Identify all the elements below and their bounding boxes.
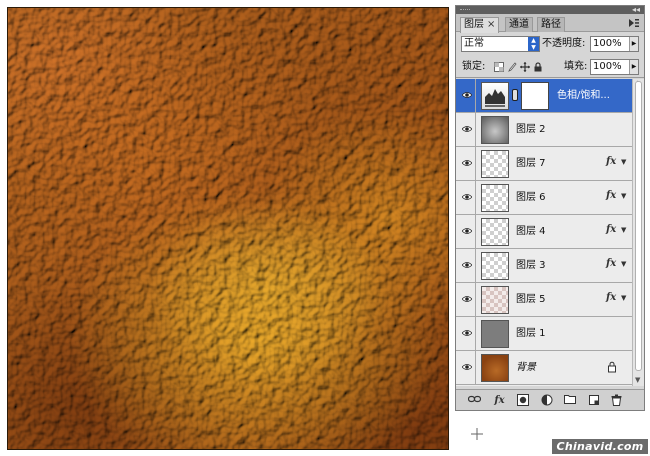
tab-layers[interactable]: 图层 × bbox=[460, 17, 500, 33]
fx-icon[interactable]: fx bbox=[606, 258, 616, 269]
visibility-eye-icon[interactable] bbox=[458, 215, 476, 248]
blend-mode-select[interactable]: 正常 ▲ ▼ bbox=[461, 36, 540, 52]
panel-menu-icon[interactable] bbox=[628, 18, 640, 31]
layer-row-background[interactable]: 背景 bbox=[456, 351, 632, 385]
layer-thumbnail bbox=[481, 184, 509, 212]
layer-list-scrollbar[interactable]: ▲ ▼ bbox=[632, 79, 644, 386]
visibility-eye-icon[interactable] bbox=[458, 181, 476, 214]
layer-name[interactable]: 图层 3 bbox=[516, 259, 546, 272]
lock-position-move-icon[interactable] bbox=[520, 62, 530, 72]
layer-row[interactable]: 图层 5 fx ▼ bbox=[456, 283, 632, 317]
layer-list: 色相/饱和... 图层 2 图层 7 fx ▼ 图层 6 fx ▼ 图层 4 f… bbox=[456, 79, 644, 386]
tab-paths-label: 路径 bbox=[541, 19, 561, 30]
layer-name[interactable]: 图层 5 bbox=[516, 293, 546, 306]
layer-row[interactable]: 图层 6 fx ▼ bbox=[456, 181, 632, 215]
layers-bottom-toolbar: fx bbox=[456, 389, 644, 410]
layer-name[interactable]: 图层 6 bbox=[516, 191, 546, 204]
updown-arrows-icon: ▲ ▼ bbox=[528, 37, 539, 51]
tab-paths[interactable]: 路径 bbox=[537, 17, 565, 32]
opacity-value: 100% bbox=[593, 38, 622, 49]
panel-titlebar[interactable]: ◂◂ bbox=[456, 5, 644, 14]
fx-icon[interactable]: fx bbox=[606, 156, 616, 167]
leather-texture bbox=[8, 8, 448, 449]
lock-label: 锁定: bbox=[462, 61, 486, 72]
layer-thumbnail bbox=[481, 218, 509, 246]
layer-thumbnail bbox=[481, 150, 509, 178]
chevron-right-icon[interactable]: ▶ bbox=[629, 60, 638, 74]
layer-row-hue-saturation[interactable]: 色相/饱和... bbox=[456, 79, 632, 113]
layer-row[interactable]: 图层 7 fx ▼ bbox=[456, 147, 632, 181]
panel-tabs: 图层 × 通道 路径 bbox=[456, 14, 644, 33]
add-mask-icon[interactable] bbox=[516, 394, 529, 407]
opacity-label: 不透明度: bbox=[542, 38, 586, 49]
tab-layers-label: 图层 bbox=[464, 19, 484, 30]
layer-row[interactable]: 图层 2 bbox=[456, 113, 632, 147]
lock-transparent-icon[interactable] bbox=[494, 62, 504, 72]
layer-thumbnail bbox=[481, 354, 509, 382]
grip-icon[interactable] bbox=[460, 9, 470, 11]
fx-icon[interactable]: fx bbox=[606, 190, 616, 201]
layer-row[interactable]: 图层 4 fx ▼ bbox=[456, 215, 632, 249]
fx-icon[interactable]: fx bbox=[606, 224, 616, 235]
document-canvas[interactable] bbox=[7, 7, 449, 450]
layer-mask-thumbnail[interactable] bbox=[521, 82, 549, 110]
lock-pixels-brush-icon[interactable] bbox=[507, 62, 517, 72]
fx-icon[interactable]: fx bbox=[606, 292, 616, 303]
visibility-eye-icon[interactable] bbox=[458, 351, 476, 384]
visibility-eye-icon[interactable] bbox=[458, 113, 476, 146]
visibility-eye-icon[interactable] bbox=[458, 79, 476, 112]
expand-triangle-icon[interactable]: ▼ bbox=[621, 158, 626, 166]
lock-icon bbox=[607, 361, 617, 373]
layer-thumbnail bbox=[481, 320, 509, 348]
new-layer-icon[interactable] bbox=[587, 394, 600, 407]
adjustment-layer-icon[interactable] bbox=[540, 394, 553, 407]
collapse-icon[interactable]: ◂◂ bbox=[632, 5, 640, 14]
lock-fill-row: 锁定: 填充: 100% ▶ bbox=[456, 56, 644, 78]
mask-link-icon[interactable] bbox=[512, 89, 518, 101]
blend-opacity-row: 正常 ▲ ▼ 不透明度: 100% ▶ bbox=[456, 33, 644, 55]
layer-name[interactable]: 图层 7 bbox=[516, 157, 546, 170]
layer-name[interactable]: 图层 4 bbox=[516, 225, 546, 238]
lock-all-icon[interactable] bbox=[533, 62, 543, 72]
watermark-logo: Chinavid.com bbox=[552, 439, 648, 454]
layer-thumbnail bbox=[481, 116, 509, 144]
expand-triangle-icon[interactable]: ▼ bbox=[621, 260, 626, 268]
layers-panel: ◂◂ 图层× 通道 路径 正常 ▲▼ 不透明度: 100% ▶ 锁定: 填充 bbox=[455, 5, 645, 411]
layer-name[interactable]: 图层 1 bbox=[516, 327, 546, 340]
layer-name[interactable]: 背景 bbox=[516, 361, 536, 374]
delete-layer-icon[interactable] bbox=[610, 394, 623, 407]
chevron-right-icon[interactable]: ▶ bbox=[629, 37, 638, 51]
layer-thumbnail bbox=[481, 286, 509, 314]
close-icon[interactable]: × bbox=[487, 19, 495, 30]
layer-name[interactable]: 图层 2 bbox=[516, 123, 546, 136]
expand-triangle-icon[interactable]: ▼ bbox=[621, 226, 626, 234]
tab-channels-label: 通道 bbox=[509, 19, 529, 30]
layer-style-icon[interactable]: fx bbox=[493, 394, 506, 407]
link-layers-icon[interactable] bbox=[467, 394, 482, 407]
tab-channels[interactable]: 通道 bbox=[505, 17, 533, 32]
crosshair-cursor-icon bbox=[471, 428, 483, 440]
adjustment-histogram-icon bbox=[481, 82, 509, 110]
fill-field[interactable]: 100% ▶ bbox=[590, 59, 639, 75]
scrollbar-thumb[interactable] bbox=[635, 81, 642, 371]
fill-value: 100% bbox=[593, 61, 622, 72]
layer-row[interactable]: 图层 1 bbox=[456, 317, 632, 351]
blend-mode-value: 正常 bbox=[464, 38, 484, 49]
visibility-eye-icon[interactable] bbox=[458, 317, 476, 350]
expand-triangle-icon[interactable]: ▼ bbox=[621, 192, 626, 200]
scroll-down-icon[interactable]: ▼ bbox=[635, 376, 640, 384]
visibility-eye-icon[interactable] bbox=[458, 249, 476, 282]
expand-triangle-icon[interactable]: ▼ bbox=[621, 294, 626, 302]
visibility-eye-icon[interactable] bbox=[458, 283, 476, 316]
layer-row[interactable]: 图层 3 fx ▼ bbox=[456, 249, 632, 283]
layer-name[interactable]: 色相/饱和... bbox=[557, 89, 610, 102]
opacity-field[interactable]: 100% ▶ bbox=[590, 36, 639, 52]
visibility-eye-icon[interactable] bbox=[458, 147, 476, 180]
fill-label: 填充: bbox=[564, 61, 588, 72]
layer-thumbnail bbox=[481, 252, 509, 280]
new-group-icon[interactable] bbox=[563, 394, 576, 407]
